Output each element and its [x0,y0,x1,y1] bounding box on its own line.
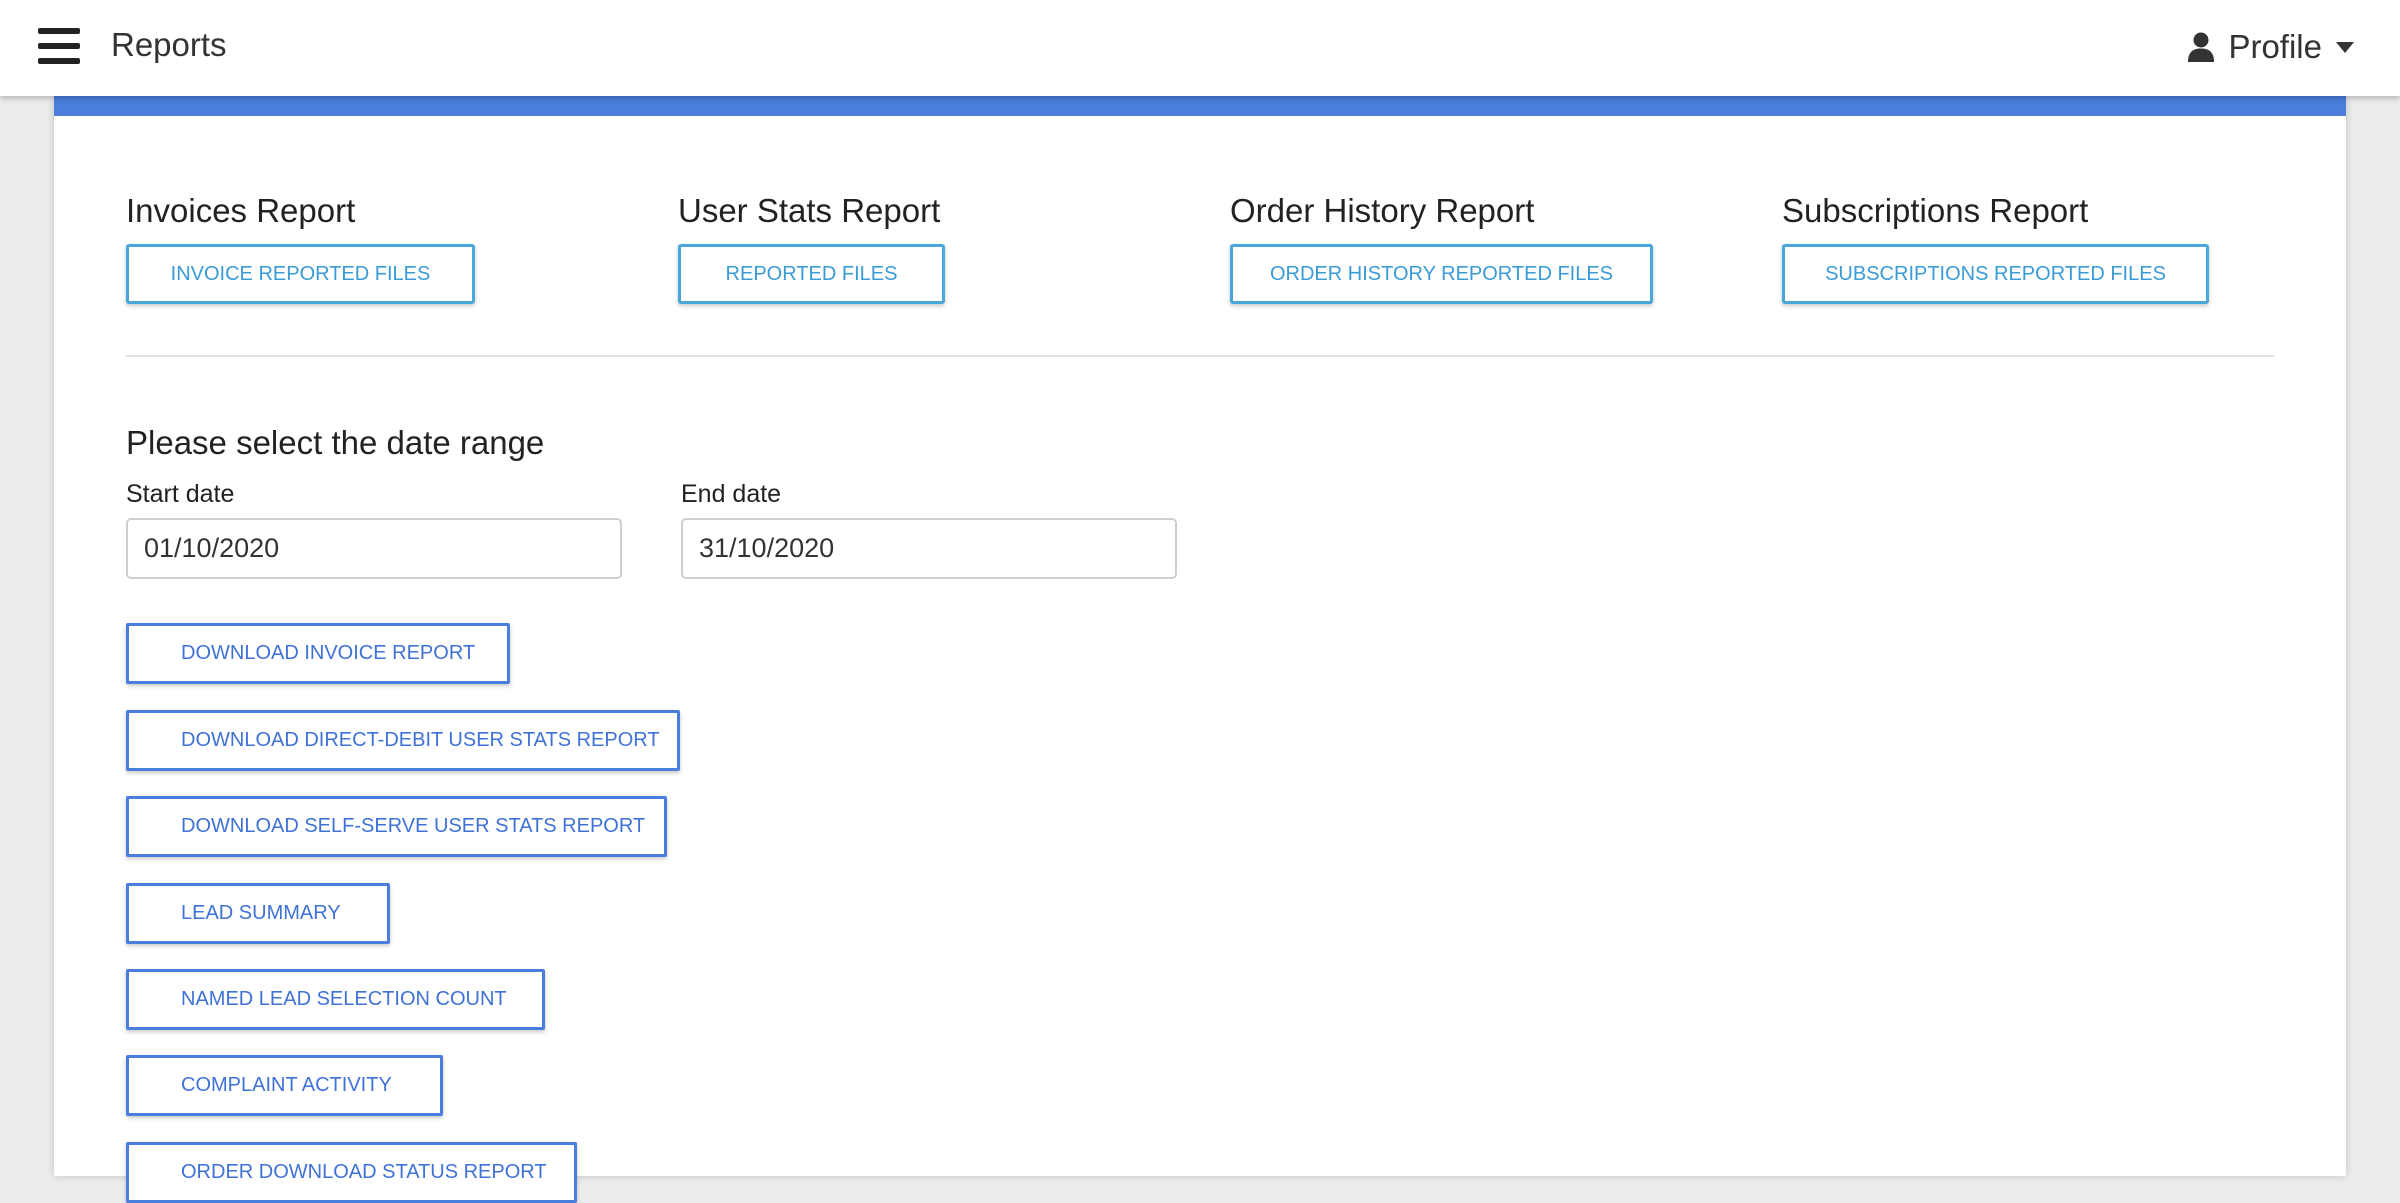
end-date-label: End date [681,480,782,508]
top-app-bar: Reports Profile [0,0,2400,96]
report-title: User Stats Report [678,192,941,229]
profile-label: Profile [2228,28,2322,65]
page-title: Reports [111,26,227,63]
date-range-heading: Please select the date range [126,424,545,461]
user-stats-report-section: User Stats Report REPORTED FILES [678,192,945,304]
order-history-report-section: Order History Report ORDER HISTORY REPOR… [1230,192,1653,304]
complaint-activity-button[interactable]: COMPLAINT ACTIVITY [126,1055,443,1116]
card-accent-bar [54,96,2346,116]
report-title: Subscriptions Report [1782,192,2089,229]
report-title: Order History Report [1230,192,1535,229]
hamburger-menu-icon[interactable] [38,28,80,64]
download-self-serve-user-stats-report-button[interactable]: DOWNLOAD SELF-SERVE USER STATS REPORT [126,796,667,857]
lead-summary-button[interactable]: LEAD SUMMARY [126,883,390,944]
subscriptions-report-section: Subscriptions Report SUBSCRIPTIONS REPOR… [1782,192,2209,304]
named-lead-selection-count-button[interactable]: NAMED LEAD SELECTION COUNT [126,969,545,1030]
reported-files-button[interactable]: REPORTED FILES [678,244,945,304]
start-date-input[interactable] [126,518,622,579]
start-date-label: Start date [126,480,235,508]
section-divider [126,355,2274,357]
reports-card: Invoices Report INVOICE REPORTED FILES U… [54,96,2346,1203]
order-download-status-report-button[interactable]: ORDER DOWNLOAD STATUS REPORT [126,1142,577,1203]
report-title: Invoices Report [126,192,356,229]
subscriptions-reported-files-button[interactable]: SUBSCRIPTIONS REPORTED FILES [1782,244,2209,304]
profile-menu-button[interactable]: Profile [2188,22,2354,72]
end-date-input[interactable] [681,518,1177,579]
download-direct-debit-user-stats-report-button[interactable]: DOWNLOAD DIRECT-DEBIT USER STATS REPORT [126,710,680,771]
invoice-reported-files-button[interactable]: INVOICE REPORTED FILES [126,244,475,304]
chevron-down-icon [2336,41,2354,53]
order-history-reported-files-button[interactable]: ORDER HISTORY REPORTED FILES [1230,244,1653,304]
invoices-report-section: Invoices Report INVOICE REPORTED FILES [126,192,475,304]
download-invoice-report-button[interactable]: DOWNLOAD INVOICE REPORT [126,623,510,684]
user-icon [2188,32,2215,62]
